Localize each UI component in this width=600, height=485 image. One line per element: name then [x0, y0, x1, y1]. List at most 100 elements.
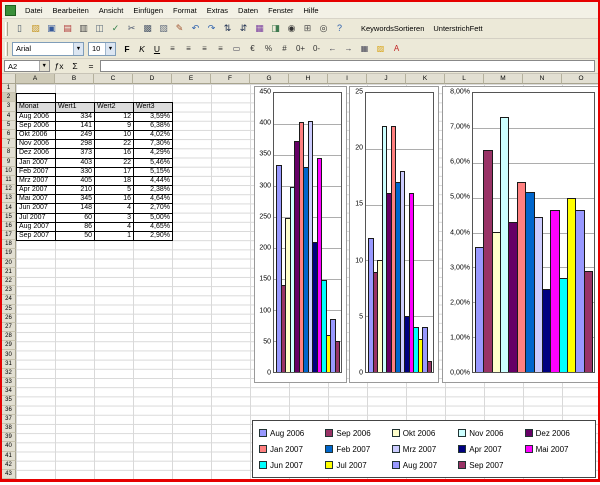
undo-icon[interactable]: ↶ — [188, 21, 203, 36]
help-icon[interactable]: ? — [332, 21, 347, 36]
row-header-26[interactable]: 26 — [2, 314, 16, 323]
row-header-38[interactable]: 38 — [2, 424, 16, 433]
paste-icon[interactable]: ▧ — [156, 21, 171, 36]
cell-reference-box[interactable]: A2 ▼ — [4, 60, 50, 72]
borders-icon[interactable]: ▦ — [357, 41, 372, 56]
table-cell[interactable]: 6,38% — [134, 122, 173, 131]
background-color-icon[interactable]: ▨ — [373, 41, 388, 56]
row-header-16[interactable]: 16 — [2, 222, 16, 231]
row-header-27[interactable]: 27 — [2, 323, 16, 332]
column-header-d[interactable]: D — [133, 74, 172, 84]
table-cell[interactable]: Dez 2006 — [17, 149, 56, 158]
table-cell[interactable]: 86 — [56, 223, 95, 232]
row-header-12[interactable]: 12 — [2, 185, 16, 194]
table-cell[interactable]: Nov 2006 — [17, 140, 56, 149]
sum-button[interactable]: Σ — [68, 60, 82, 73]
column-header-f[interactable]: F — [211, 74, 250, 84]
row-header-28[interactable]: 28 — [2, 332, 16, 341]
menu-bearbeiten[interactable]: Bearbeiten — [48, 2, 94, 18]
select-all-corner[interactable] — [2, 74, 16, 84]
row-header-17[interactable]: 17 — [2, 231, 16, 240]
row-header-31[interactable]: 31 — [2, 360, 16, 369]
table-cell[interactable]: 5 — [95, 186, 134, 195]
standard-format-icon[interactable]: # — [277, 41, 292, 56]
table-cell[interactable]: 5,46% — [134, 159, 173, 168]
table-cell[interactable]: 373 — [56, 149, 95, 158]
menu-daten[interactable]: Daten — [233, 2, 263, 18]
row-header-22[interactable]: 22 — [2, 277, 16, 286]
align-center-icon[interactable]: ≡ — [181, 41, 196, 56]
column-header-b[interactable]: B — [55, 74, 94, 84]
toolbar-grip[interactable] — [5, 42, 8, 56]
redo-icon[interactable]: ↷ — [204, 21, 219, 36]
increase-indent-icon[interactable]: → — [341, 41, 356, 56]
chevron-down-icon[interactable]: ▼ — [105, 43, 115, 55]
remove-decimal-icon[interactable]: 0- — [309, 41, 324, 56]
row-header-21[interactable]: 21 — [2, 268, 16, 277]
table-cell[interactable]: 334 — [56, 113, 95, 122]
table-cell[interactable]: 4,65% — [134, 223, 173, 232]
table-cell[interactable]: Apr 2007 — [17, 186, 56, 195]
zoom-icon[interactable]: ◎ — [316, 21, 331, 36]
table-cell[interactable]: 22 — [95, 159, 134, 168]
menu-ansicht[interactable]: Ansicht — [94, 2, 129, 18]
chart-wert3[interactable]: 8,00%7,00%6,00%5,00%4,00%3,00%2,00%1,00%… — [442, 86, 598, 383]
font-color-icon[interactable]: A — [389, 41, 404, 56]
row-header-24[interactable]: 24 — [2, 295, 16, 304]
row-header-15[interactable]: 15 — [2, 213, 16, 222]
toolbar-grip[interactable] — [5, 22, 8, 36]
table-cell[interactable]: 210 — [56, 186, 95, 195]
table-cell[interactable]: Mai 2007 — [17, 195, 56, 204]
table-cell[interactable]: Jan 2007 — [17, 159, 56, 168]
custom-button-unterstrichfett[interactable]: UnterstrichFett — [430, 23, 485, 34]
row-header-34[interactable]: 34 — [2, 387, 16, 396]
row-header-10[interactable]: 10 — [2, 167, 16, 176]
menu-extras[interactable]: Extras — [202, 2, 233, 18]
print-icon[interactable]: ▥ — [76, 21, 91, 36]
row-header-39[interactable]: 39 — [2, 433, 16, 442]
row-header-14[interactable]: 14 — [2, 203, 16, 212]
row-header-3[interactable]: 3 — [2, 102, 16, 111]
copy-icon[interactable]: ▩ — [140, 21, 155, 36]
row-header-5[interactable]: 5 — [2, 121, 16, 130]
table-cell[interactable]: 1 — [95, 232, 134, 241]
column-header-m[interactable]: M — [484, 74, 523, 84]
formula-button[interactable]: = — [84, 60, 98, 73]
table-cell[interactable]: 50 — [56, 232, 95, 241]
column-header-i[interactable]: I — [328, 74, 367, 84]
table-cell[interactable]: 16 — [95, 195, 134, 204]
chevron-down-icon[interactable]: ▼ — [73, 43, 83, 55]
add-decimal-icon[interactable]: 0+ — [293, 41, 308, 56]
column-header-a[interactable]: A — [16, 74, 55, 84]
menu-einfügen[interactable]: Einfügen — [128, 2, 168, 18]
table-cell[interactable]: 5,00% — [134, 214, 173, 223]
table-cell[interactable]: 2,70% — [134, 204, 173, 213]
row-header-19[interactable]: 19 — [2, 249, 16, 258]
row-header-1[interactable]: 1 — [2, 84, 16, 93]
table-cell[interactable]: 10 — [95, 131, 134, 140]
row-header-7[interactable]: 7 — [2, 139, 16, 148]
sort-ascending-icon[interactable]: ⇅ — [220, 21, 235, 36]
row-header-6[interactable]: 6 — [2, 130, 16, 139]
row-header-13[interactable]: 13 — [2, 194, 16, 203]
new-document-icon[interactable]: ▯ — [12, 21, 27, 36]
table-cell[interactable]: 4,29% — [134, 149, 173, 158]
row-header-35[interactable]: 35 — [2, 396, 16, 405]
decrease-indent-icon[interactable]: ← — [325, 41, 340, 56]
menu-hilfe[interactable]: Hilfe — [299, 2, 324, 18]
row-header-4[interactable]: 4 — [2, 112, 16, 121]
column-header-g[interactable]: G — [250, 74, 289, 84]
chevron-down-icon[interactable]: ▼ — [39, 61, 49, 71]
spellcheck-icon[interactable]: ✓ — [108, 21, 123, 36]
menu-datei[interactable]: Datei — [20, 2, 48, 18]
row-header-42[interactable]: 42 — [2, 461, 16, 470]
percent-format-icon[interactable]: % — [261, 41, 276, 56]
row-header-25[interactable]: 25 — [2, 305, 16, 314]
row-header-20[interactable]: 20 — [2, 259, 16, 268]
row-header-43[interactable]: 43 — [2, 470, 16, 479]
table-cell[interactable]: 3,59% — [134, 113, 173, 122]
table-cell[interactable]: 4 — [95, 204, 134, 213]
row-header-33[interactable]: 33 — [2, 378, 16, 387]
formula-input[interactable] — [100, 60, 595, 72]
row-header-11[interactable]: 11 — [2, 176, 16, 185]
